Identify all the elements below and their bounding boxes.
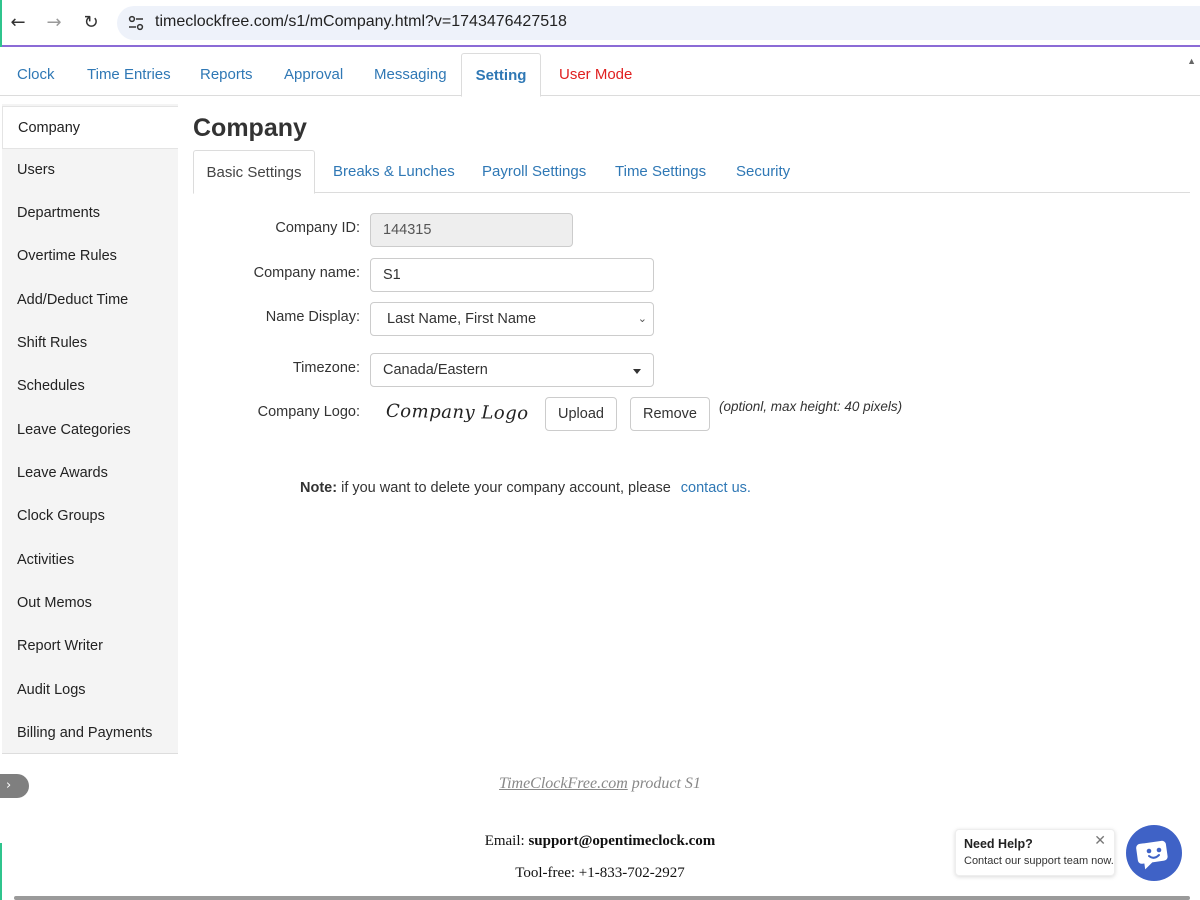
help-title: Need Help? xyxy=(964,837,1033,851)
upload-button[interactable]: Upload xyxy=(545,397,617,431)
tab-security[interactable]: Security xyxy=(720,150,806,193)
horizontal-scrollbar[interactable] xyxy=(14,896,1190,900)
name-display-select[interactable]: Last Name, First Name ⌄ xyxy=(370,302,654,336)
tab-breaks-lunches[interactable]: Breaks & Lunches xyxy=(317,150,471,193)
window-accent xyxy=(0,0,2,47)
sidebar-item-leave-awards[interactable]: Leave Awards xyxy=(2,452,178,495)
sidebar-item-overtime-rules[interactable]: Overtime Rules xyxy=(2,235,178,278)
footer-product: TimeClockFree.com product S1 xyxy=(0,775,1200,793)
sidebar-item-billing-and-payments[interactable]: Billing and Payments xyxy=(2,712,178,755)
help-popup[interactable]: Need Help? Contact our support team now.… xyxy=(955,829,1115,876)
sidebar-item-out-memos[interactable]: Out Memos xyxy=(2,582,178,625)
company-name-label: Company name: xyxy=(253,265,360,281)
name-display-label: Name Display: xyxy=(265,309,360,325)
tab-messaging[interactable]: Messaging xyxy=(358,53,463,96)
timezone-select[interactable]: Canada/Eastern xyxy=(370,353,654,387)
sidebar-item-shift-rules[interactable]: Shift Rules xyxy=(2,322,178,365)
caret-down-icon xyxy=(633,369,641,374)
tab-approval[interactable]: Approval xyxy=(268,53,359,96)
sidebar-item-clock-groups[interactable]: Clock Groups xyxy=(2,495,178,538)
note-text: if you want to delete your company accou… xyxy=(341,480,671,496)
company-sub-tabs: Basic Settings Breaks & Lunches Payroll … xyxy=(193,150,1190,194)
browser-toolbar: ← → ↻ timeclockfree.com/s1/mCompany.html… xyxy=(0,0,1200,47)
close-icon[interactable]: ✕ xyxy=(1094,833,1106,849)
settings-sidebar: Company Users Departments Overtime Rules… xyxy=(2,104,178,754)
back-arrow-icon[interactable]: ← xyxy=(6,10,30,34)
scroll-up-icon[interactable]: ▲ xyxy=(1187,56,1196,66)
note-label: Note: xyxy=(300,480,338,496)
sidebar-item-departments[interactable]: Departments xyxy=(2,192,178,235)
site-settings-icon[interactable] xyxy=(127,14,145,32)
company-logo-image: Company Logo xyxy=(385,400,529,425)
address-bar[interactable]: timeclockfree.com/s1/mCompany.html?v=174… xyxy=(117,6,1200,40)
tab-basic-settings[interactable]: Basic Settings xyxy=(193,150,315,194)
company-logo-label: Company Logo: xyxy=(257,404,360,420)
company-id-field: 144315 xyxy=(370,213,573,247)
forward-arrow-icon[interactable]: → xyxy=(42,10,66,34)
remove-button[interactable]: Remove xyxy=(630,397,710,431)
page-title: Company xyxy=(193,114,307,142)
company-id-label: Company ID: xyxy=(275,220,360,236)
footer-email-value: support@opentimeclock.com xyxy=(528,833,716,849)
footer-site-link[interactable]: TimeClockFree.com xyxy=(499,775,628,792)
tab-payroll-settings[interactable]: Payroll Settings xyxy=(466,150,602,193)
sidebar-item-audit-logs[interactable]: Audit Logs xyxy=(2,669,178,712)
name-display-value: Last Name, First Name xyxy=(387,311,537,327)
footer-email-label: Email: xyxy=(484,833,525,849)
sidebar-item-activities[interactable]: Activities xyxy=(2,539,178,582)
sidebar-item-schedules[interactable]: Schedules xyxy=(2,365,178,408)
sidebar-item-users[interactable]: Users xyxy=(2,149,178,192)
reload-icon[interactable]: ↻ xyxy=(79,10,103,34)
sidebar-item-report-writer[interactable]: Report Writer xyxy=(2,625,178,668)
tab-time-entries[interactable]: Time Entries xyxy=(71,53,187,96)
timezone-value: Canada/Eastern xyxy=(383,362,488,378)
timezone-label: Timezone: xyxy=(292,360,360,376)
chevron-down-icon: ⌄ xyxy=(637,312,647,325)
chat-bubble-icon xyxy=(1136,840,1168,870)
tab-time-settings[interactable]: Time Settings xyxy=(599,150,722,193)
sidebar-item-leave-categories[interactable]: Leave Categories xyxy=(2,409,178,452)
help-subtitle: Contact our support team now. xyxy=(964,855,1114,867)
contact-us-link[interactable]: contact us. xyxy=(681,480,751,496)
url-text[interactable]: timeclockfree.com/s1/mCompany.html?v=174… xyxy=(155,13,567,31)
delete-account-note: Note: if you want to delete your company… xyxy=(300,480,751,496)
tab-reports[interactable]: Reports xyxy=(184,53,269,96)
tab-clock[interactable]: Clock xyxy=(1,53,71,96)
window-accent-bottom xyxy=(0,843,2,900)
tab-user-mode[interactable]: User Mode xyxy=(543,53,648,96)
tab-setting[interactable]: Setting xyxy=(461,53,541,97)
footer-product-suffix: product S1 xyxy=(631,775,701,792)
sidebar-item-company[interactable]: Company xyxy=(2,106,178,149)
main-nav-tabs: Clock Time Entries Reports Approval Mess… xyxy=(0,53,1200,97)
company-name-input[interactable]: S1 xyxy=(370,258,654,292)
chat-support-button[interactable] xyxy=(1126,825,1182,881)
logo-hint: (optionl, max height: 40 pixels) xyxy=(719,399,903,414)
sidebar-item-add-deduct-time[interactable]: Add/Deduct Time xyxy=(2,279,178,322)
